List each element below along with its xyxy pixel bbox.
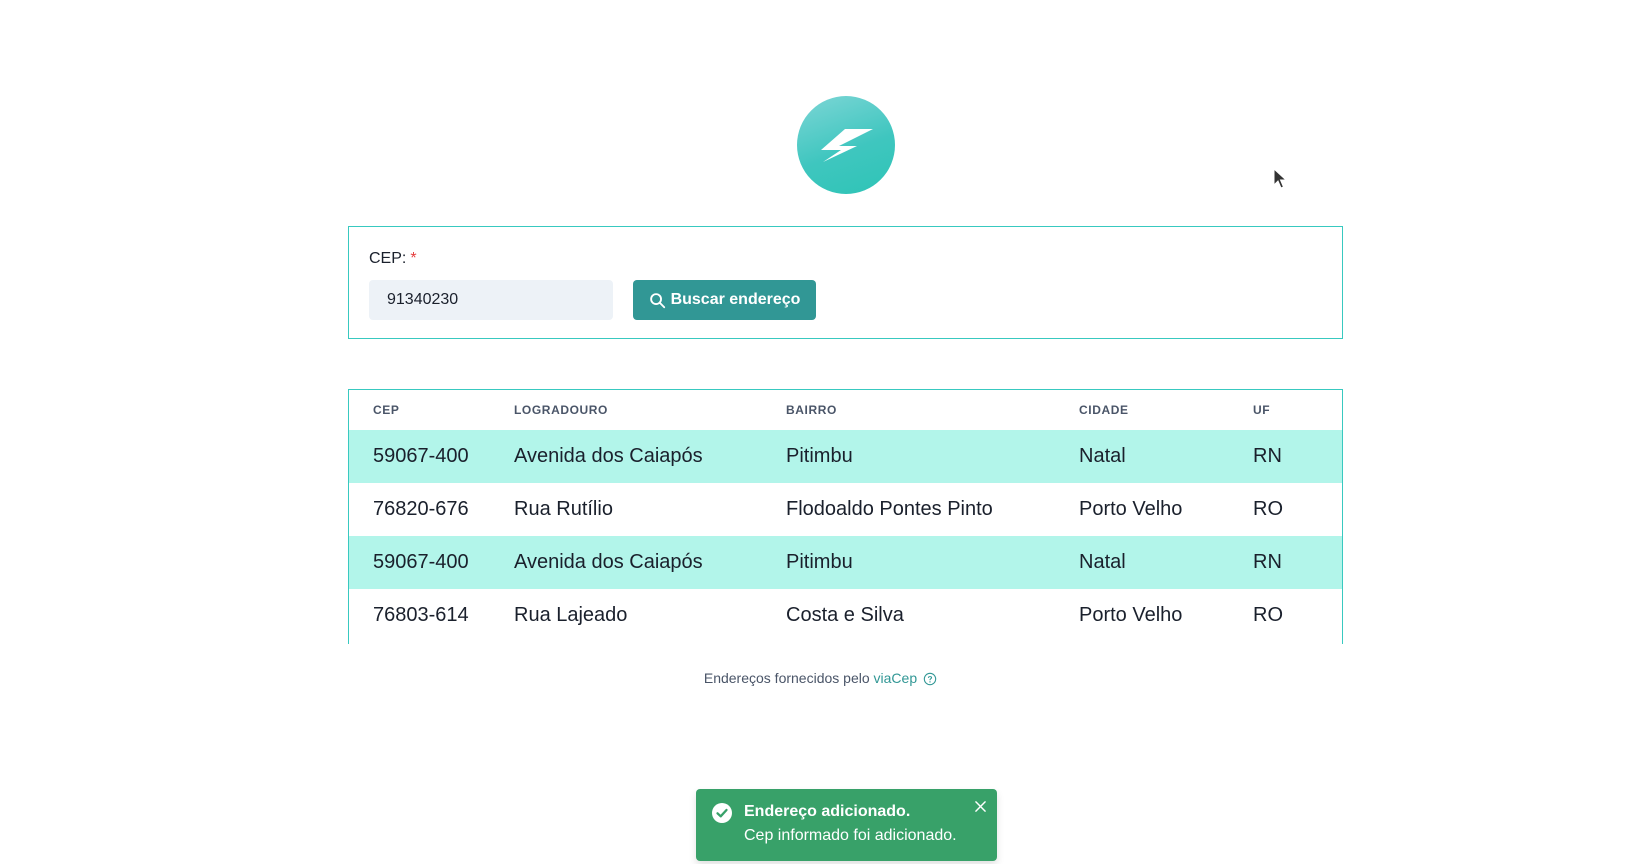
table-row: 76820-676 Rua Rutílio Flodoaldo Pontes P… [349, 483, 1342, 536]
search-address-button[interactable]: Buscar endereço [633, 280, 816, 320]
cell-cep: 59067-400 [349, 430, 514, 483]
address-table-container: CEP LOGRADOURO BAIRRO CIDADE UF 59067-40… [348, 389, 1343, 644]
cep-input[interactable] [369, 280, 613, 320]
check-circle-icon [712, 803, 732, 828]
cep-search-form: CEP:* Buscar endereço [348, 226, 1343, 339]
cell-logradouro: Rua Lajeado [514, 604, 628, 626]
table-header-row: CEP LOGRADOURO BAIRRO CIDADE UF [349, 390, 1342, 430]
app-logo [797, 96, 895, 194]
cell-cidade: Natal [1079, 430, 1253, 483]
cell-logradouro: Avenida dos Caiapós [514, 536, 786, 589]
cell-cidade: Natal [1079, 536, 1253, 589]
cell-bairro: Pitimbu [786, 536, 1079, 589]
toast-description: Cep informado foi adicionado. [744, 827, 957, 844]
header-uf: UF [1253, 403, 1271, 417]
cell-uf: RN [1253, 430, 1342, 483]
toast-title: Endereço adicionado. [744, 803, 911, 820]
close-icon[interactable] [971, 797, 989, 815]
cell-logradouro: Rua Rutílio [514, 498, 613, 520]
cep-label: CEP: * [369, 250, 417, 268]
cell-uf: RO [1253, 498, 1283, 520]
header-cep: CEP [373, 403, 400, 417]
address-table: CEP LOGRADOURO BAIRRO CIDADE UF 59067-40… [349, 390, 1342, 642]
cell-bairro: Costa e Silva [786, 604, 904, 626]
cell-cep: 76820-676 [373, 498, 469, 520]
cep-label-text: CEP: [369, 250, 407, 267]
cell-bairro: Flodoaldo Pontes Pinto [786, 498, 993, 520]
cell-bairro: Pitimbu [786, 430, 1079, 483]
success-toast: Endereço adicionado. Cep informado foi a… [696, 789, 997, 861]
cell-uf: RO [1253, 604, 1283, 626]
header-bairro: BAIRRO [786, 403, 837, 417]
header-cidade: CIDADE [1079, 403, 1129, 417]
header-logradouro: LOGRADOURO [514, 403, 608, 417]
cell-cidade: Porto Velho [1079, 604, 1183, 626]
cell-uf: RN [1253, 536, 1342, 589]
cell-cep: 59067-400 [349, 536, 514, 589]
search-button-label: Buscar endereço [670, 291, 801, 308]
cell-cidade: Porto Velho [1079, 498, 1183, 520]
required-mark: * [410, 250, 417, 267]
viacep-link[interactable]: viaCep [874, 670, 918, 686]
help-circle-icon[interactable] [923, 672, 937, 689]
cell-logradouro: Avenida dos Caiapós [514, 430, 786, 483]
table-row: 59067-400 Avenida dos Caiapós Pitimbu Na… [349, 536, 1342, 589]
footer-text: Endereços fornecidos pelo [703, 670, 870, 686]
footer-attribution: Endereços fornecidos pelo viaCep [0, 670, 1641, 689]
cell-cep: 76803-614 [373, 604, 469, 626]
mouse-cursor-icon [1273, 167, 1288, 195]
table-row: 59067-400 Avenida dos Caiapós Pitimbu Na… [349, 430, 1342, 483]
table-row: 76803-614 Rua Lajeado Costa e Silva Port… [349, 589, 1342, 642]
lightning-bolt-icon [821, 129, 873, 162]
search-icon [649, 292, 665, 308]
